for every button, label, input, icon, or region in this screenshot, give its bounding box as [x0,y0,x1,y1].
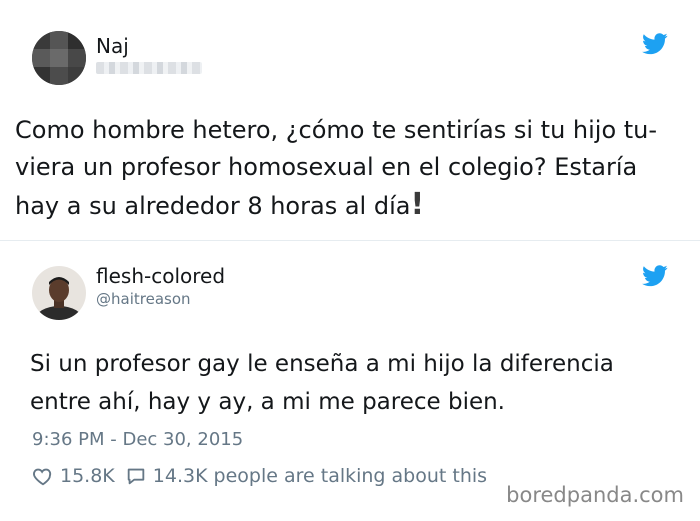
twitter-bird-icon[interactable] [642,33,668,55]
author-name[interactable]: Naj [96,34,129,58]
twitter-bird-icon[interactable] [642,265,668,287]
tweet-original: Naj Como hombre hetero, ¿cómo te sentirí… [0,0,700,241]
tweet-text-line: viera un profesor homosexual en el coleg… [15,153,638,181]
reply-count[interactable]: 14.3K [153,465,208,487]
talking-label[interactable]: people are talking about this [214,465,488,487]
author-handle[interactable]: @haitreason [96,290,191,308]
exclamation-mark: ! [410,187,425,222]
watermark: boredpanda.com [506,483,684,507]
heart-icon[interactable] [32,465,54,487]
tweet-text: Como hombre hetero, ¿cómo te sentirías s… [15,112,685,225]
tweet-text-line: Como hombre hetero, ¿cómo te sentirías s… [15,116,658,144]
tweet-text-line: hay a su alrededor 8 horas al día! [15,186,685,225]
avatar-blurred[interactable] [32,31,86,85]
tweet-timestamp[interactable]: 9:36 PM - Dec 30, 2015 [32,429,243,450]
tweet-actions: 15.8K 14.3K people are talking about thi… [32,465,487,487]
reply-bubble-icon[interactable] [125,465,147,487]
tweet-text-line: entre ahí, hay y ay, a mi me parece bien… [30,389,505,415]
tweet-text-line: Si un profesor gay le enseña a mi hijo l… [30,351,614,377]
like-count[interactable]: 15.8K [60,465,115,487]
handle-blurred [96,62,202,74]
tweet-text-line-content: hay a su alrededor 8 horas al día [15,192,411,220]
author-name[interactable]: flesh-colored [96,264,225,288]
tweet-text: Si un profesor gay le enseña a mi hijo l… [30,345,680,421]
avatar-user[interactable] [32,266,86,320]
